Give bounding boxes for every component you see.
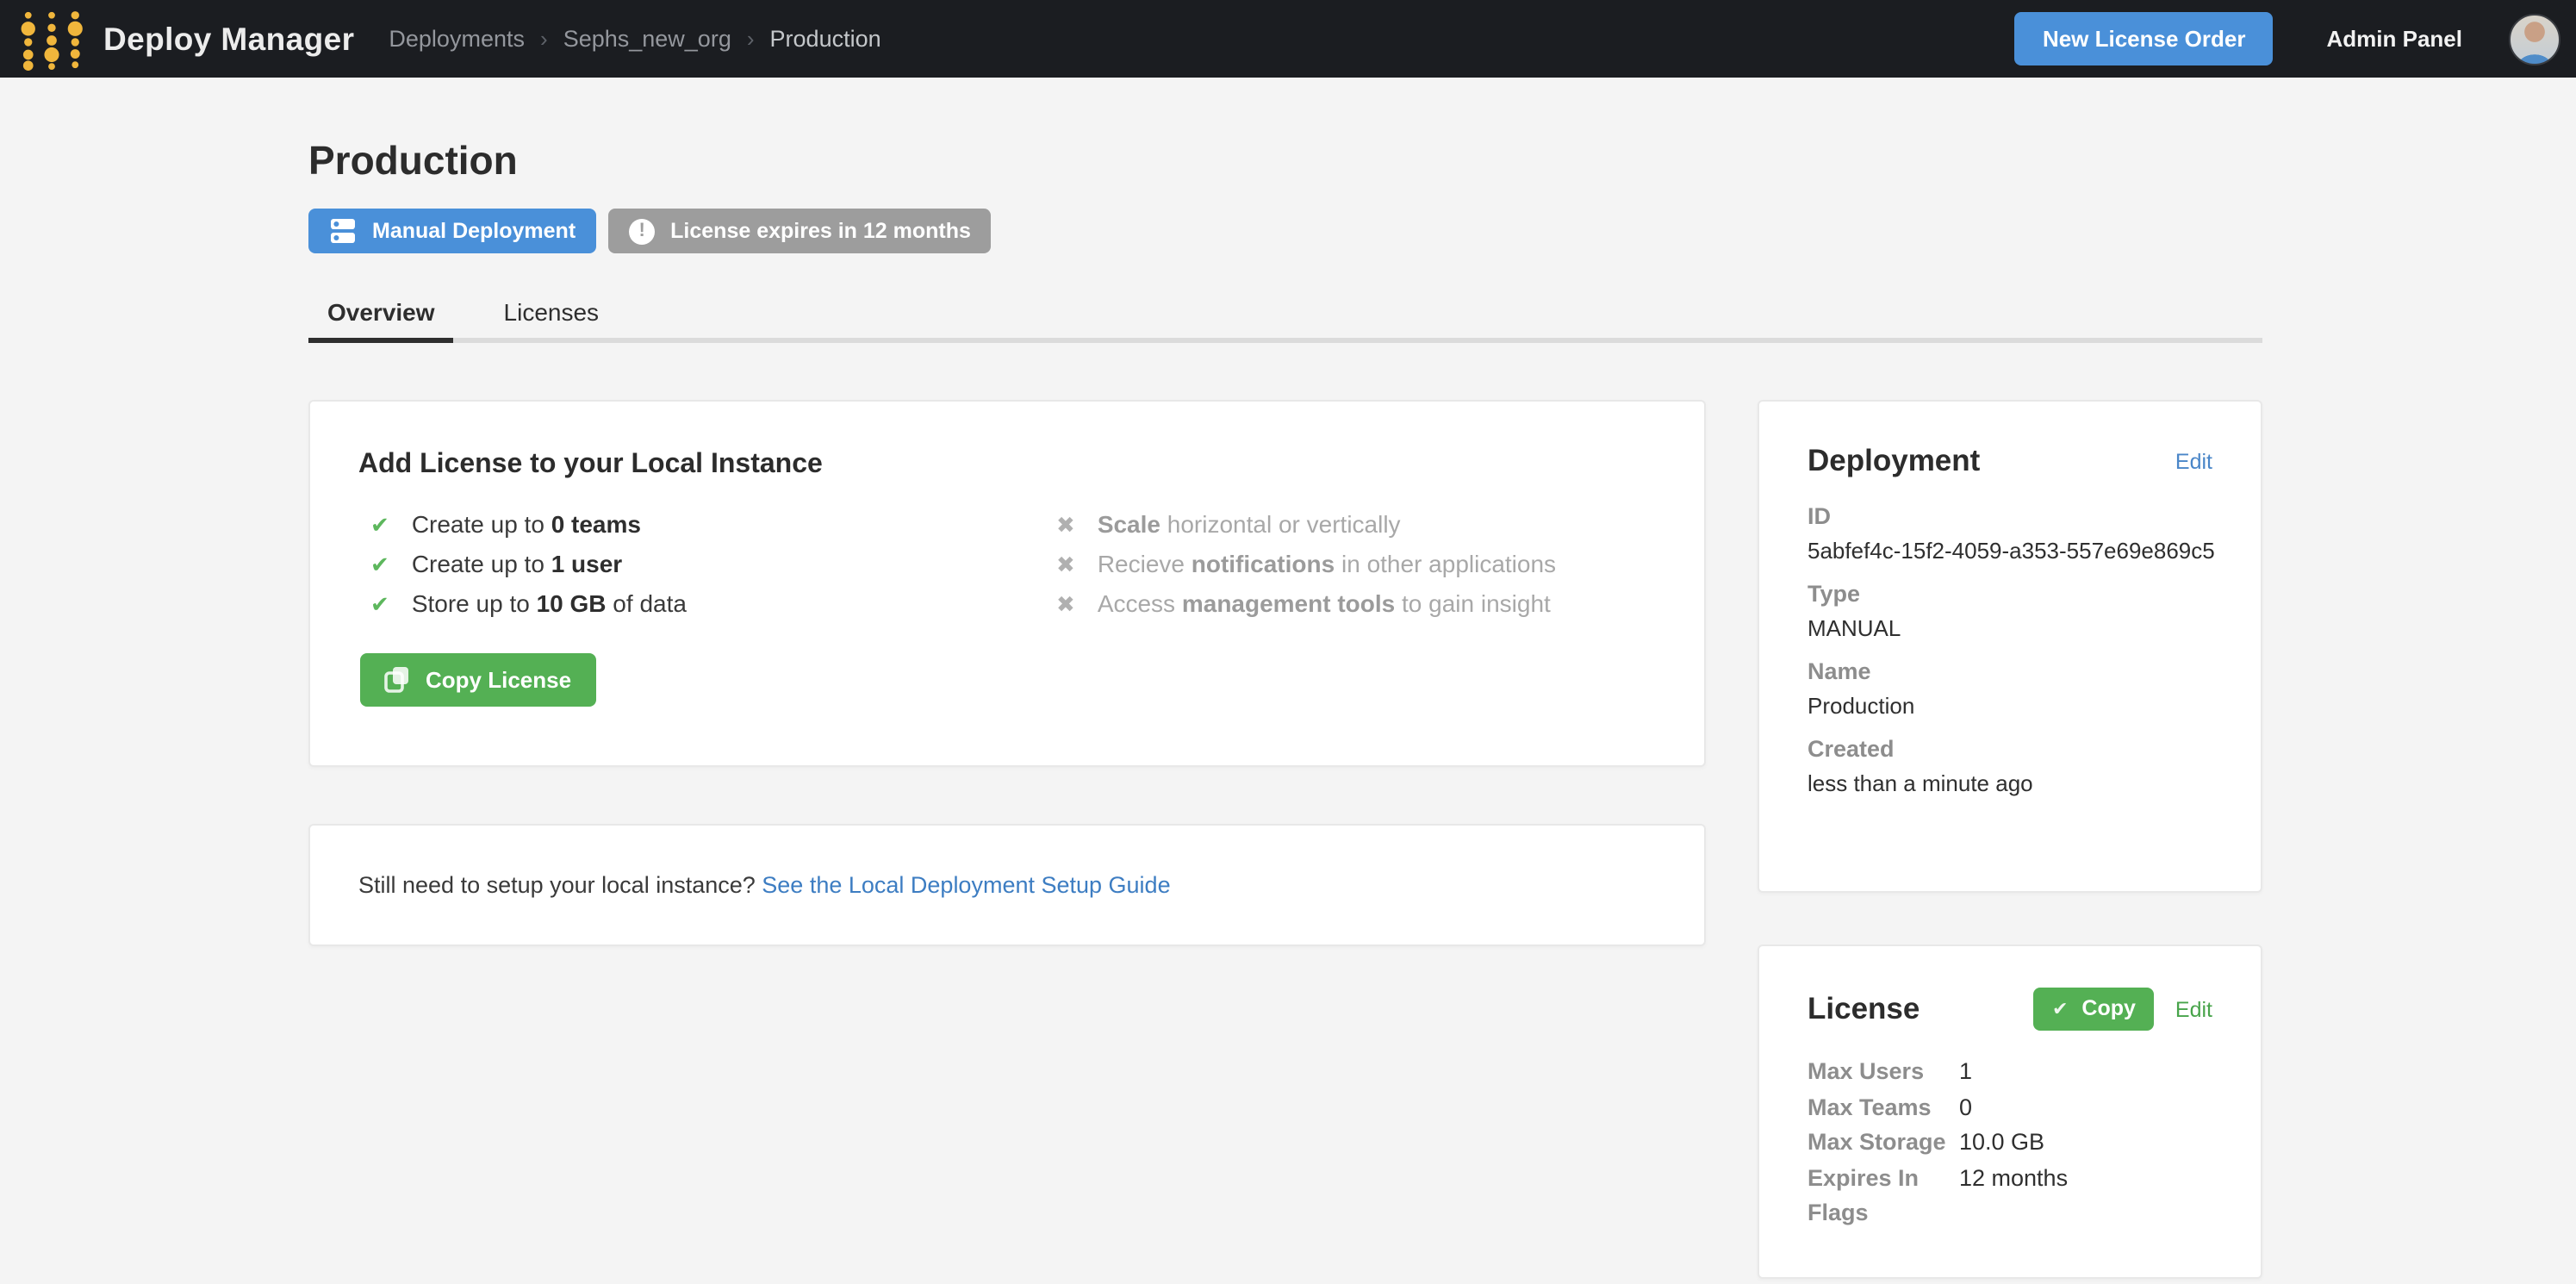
app-logo-icon[interactable] (17, 7, 86, 71)
server-stack-icon (329, 217, 357, 245)
check-icon: ✔ (370, 546, 389, 584)
app-viewport: Deploy Manager Deployments › Sephs_new_o… (0, 0, 2576, 1284)
breadcrumb: Deployments › Sephs_new_org › Production (389, 26, 880, 52)
chevron-right-icon: › (540, 26, 548, 52)
license-edit-link[interactable]: Edit (2175, 997, 2212, 1021)
license-card-title: License (1808, 991, 1920, 1027)
license-expiry-badge: ! License expires in 12 months (608, 209, 992, 253)
exclamation-circle-icon: ! (629, 218, 655, 244)
excluded-feature-list: ✖ Scale horizontal or vertically ✖ Recie… (1056, 505, 1556, 624)
breadcrumb-item-org[interactable]: Sephs_new_org (563, 26, 731, 52)
license-row: Max Storage 10.0 GB (1808, 1125, 2212, 1161)
copy-icon (384, 665, 410, 693)
check-icon: ✔ (2052, 997, 2068, 1019)
check-icon: ✔ (370, 507, 389, 545)
main-area: Production Manual Deployment ! License e… (0, 78, 2576, 1278)
setup-guide-card: Still need to setup your local instance?… (308, 824, 1706, 946)
deployment-field: Name Production (1808, 657, 2212, 720)
license-row: Max Users 1 (1808, 1055, 2212, 1090)
license-row: Max Teams 0 (1808, 1090, 2212, 1125)
page-title: Production (308, 136, 2262, 184)
feature-item: ✖ Recieve notifications in other applica… (1056, 545, 1556, 584)
feature-item: ✔ Store up to 10 GB of data (370, 584, 1056, 624)
top-bar: Deploy Manager Deployments › Sephs_new_o… (0, 0, 2576, 78)
feature-item: ✔ Create up to 0 teams (370, 505, 1056, 545)
cross-icon: ✖ (1056, 507, 1075, 545)
badges-row: Manual Deployment ! License expires in 1… (308, 209, 2262, 253)
user-avatar[interactable] (2509, 13, 2560, 65)
included-feature-list: ✔ Create up to 0 teams ✔ Create up to 1 … (370, 505, 1056, 624)
feature-item: ✔ Create up to 1 user (370, 545, 1056, 584)
cross-icon: ✖ (1056, 546, 1075, 584)
breadcrumb-item-deployments[interactable]: Deployments (389, 26, 525, 52)
license-row: Flags (1808, 1196, 2212, 1231)
copy-license-button[interactable]: Copy License (360, 653, 595, 707)
chevron-right-icon: › (747, 26, 755, 52)
license-row: Expires In 12 months (1808, 1161, 2212, 1196)
new-license-order-button[interactable]: New License Order (2015, 12, 2274, 65)
tab-licenses[interactable]: Licenses (485, 284, 619, 343)
deployment-type-badge: Manual Deployment (308, 209, 596, 253)
feature-item: ✖ Access management tools to gain insigh… (1056, 584, 1556, 624)
add-license-card: Add License to your Local Instance ✔ Cre… (308, 400, 1706, 767)
app-title: Deploy Manager (103, 20, 354, 58)
setup-guide-link[interactable]: See the Local Deployment Setup Guide (762, 872, 1170, 898)
deployment-card: Deployment Edit ID 5abfef4c-15f2-4059-a3… (1758, 400, 2262, 893)
deployment-card-title: Deployment (1808, 443, 1980, 479)
deployment-edit-link[interactable]: Edit (2175, 449, 2212, 473)
copy-button[interactable]: ✔ Copy (2033, 988, 2155, 1031)
tab-overview[interactable]: Overview (308, 284, 454, 343)
feature-grid: ✔ Create up to 0 teams ✔ Create up to 1 … (358, 505, 1656, 624)
license-expiry-badge-label: License expires in 12 months (670, 219, 971, 243)
deployment-field: Type MANUAL (1808, 579, 2212, 643)
tab-bar: Overview Licenses (308, 284, 2262, 343)
setup-guide-text: Still need to setup your local instance? (358, 872, 762, 898)
license-card: License ✔ Copy Edit Max Use (1758, 944, 2262, 1278)
deployment-type-badge-label: Manual Deployment (372, 219, 576, 243)
deployment-field: ID 5abfef4c-15f2-4059-a353-557e69e869c5 (1808, 502, 2212, 565)
feature-item: ✖ Scale horizontal or vertically (1056, 505, 1556, 545)
cross-icon: ✖ (1056, 586, 1075, 624)
add-license-card-title: Add License to your Local Instance (358, 450, 1656, 481)
admin-panel-link[interactable]: Admin Panel (2327, 26, 2463, 52)
breadcrumb-item-production: Production (770, 26, 881, 52)
check-icon: ✔ (370, 586, 389, 624)
deployment-field: Created less than a minute ago (1808, 734, 2212, 798)
